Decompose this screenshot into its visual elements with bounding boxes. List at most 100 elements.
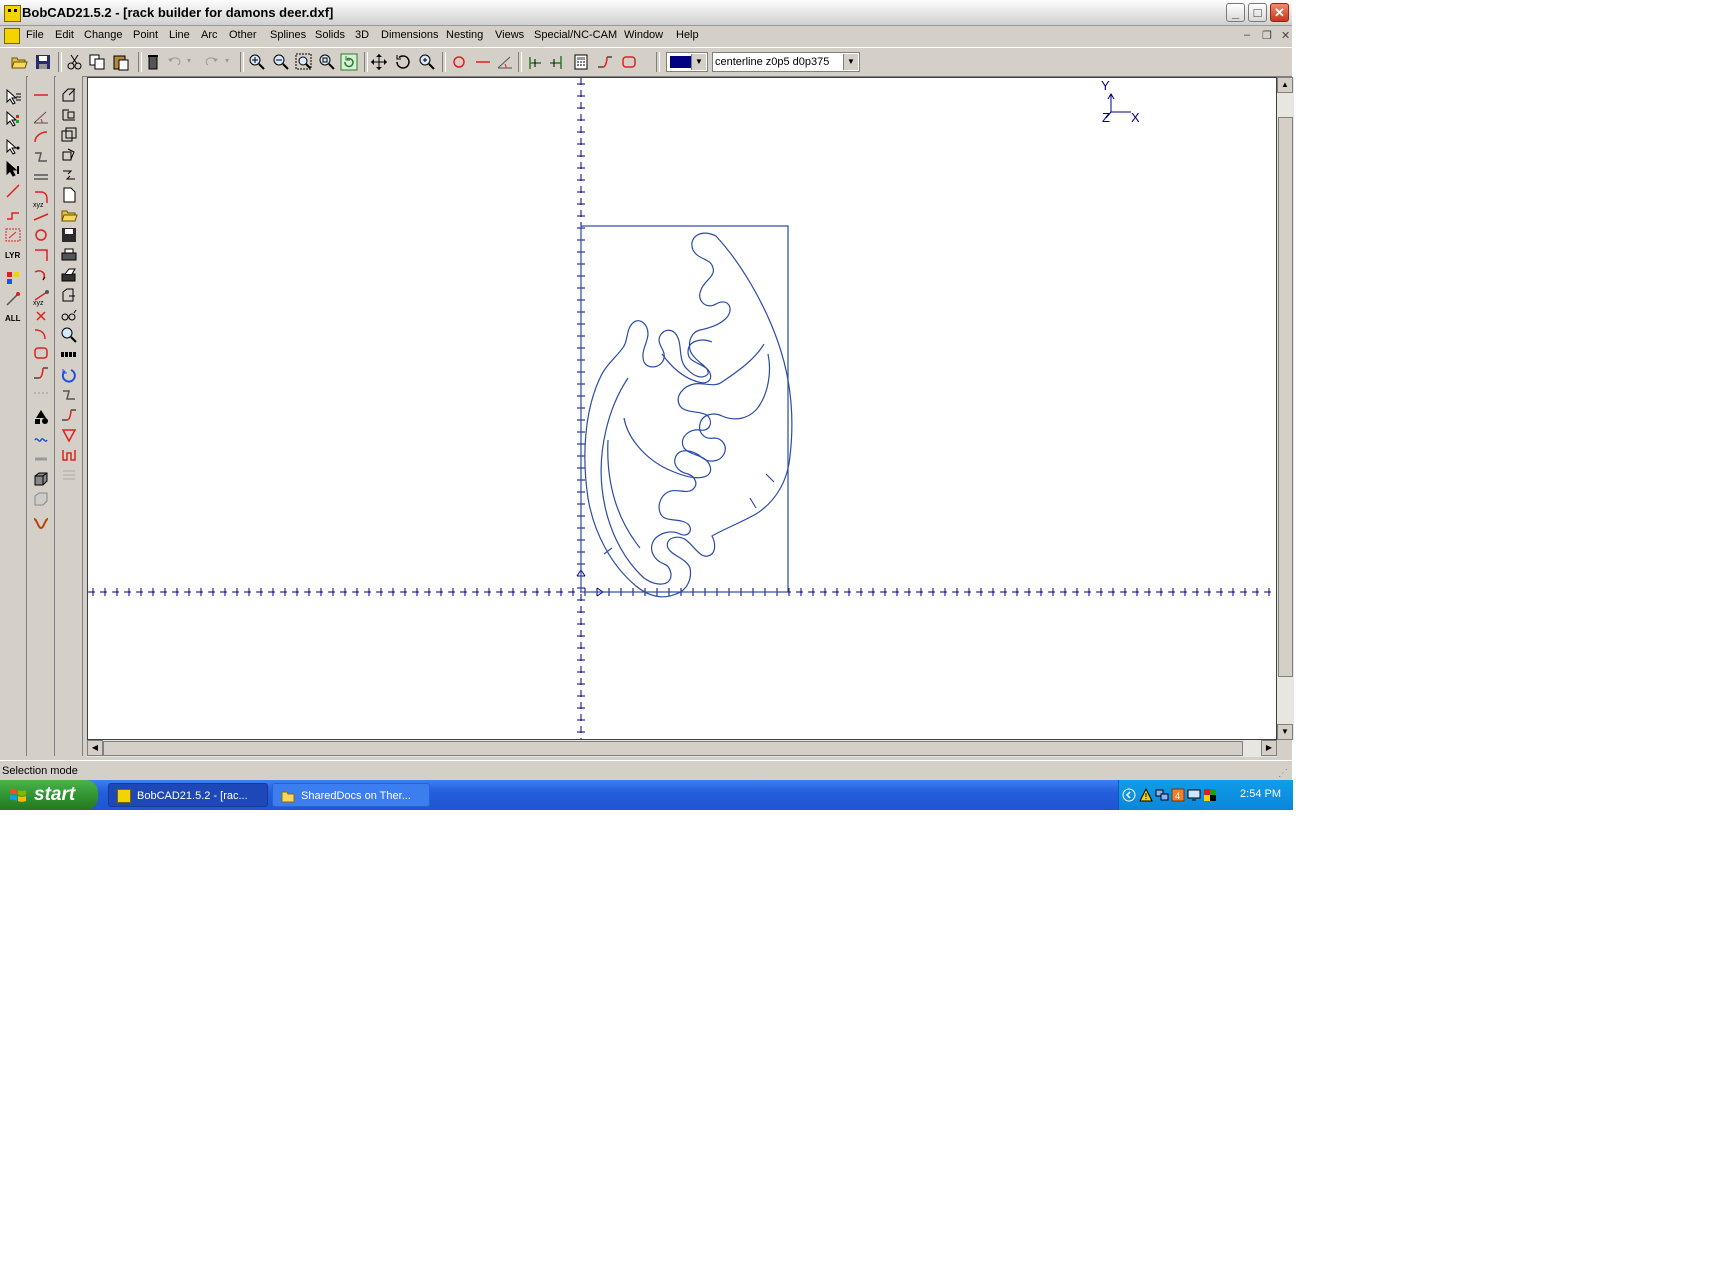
text-tool-icon[interactable] [32,430,50,448]
color-tool-icon[interactable] [1203,788,1217,802]
tangent-arc-icon[interactable] [32,266,50,284]
select-window-icon[interactable] [4,226,22,244]
document-icon[interactable] [4,28,20,44]
shapes-icon[interactable] [32,408,50,426]
zoom-fit-icon[interactable] [318,53,336,71]
notch-right-low[interactable] [765,473,775,483]
circle-icon[interactable] [450,53,468,71]
circle-tool-icon[interactable] [32,226,50,244]
horizontal-line-icon[interactable] [32,86,50,104]
offset-icon[interactable] [60,386,78,404]
scale-icon[interactable] [60,126,78,144]
extend-icon[interactable] [548,53,566,71]
translate-icon[interactable] [60,86,78,104]
scroll-right-icon[interactable]: ▶ [1261,740,1277,756]
menu-line[interactable]: Line [169,29,190,41]
select-entity-arrow-icon[interactable] [4,160,22,178]
maximize-button[interactable]: □ [1248,3,1267,22]
angle-line-icon[interactable] [496,53,514,71]
plot-icon[interactable] [60,266,78,284]
menu-other[interactable]: Other [229,29,257,41]
trim-icon[interactable] [526,53,544,71]
fillet-tool-icon[interactable] [32,364,50,382]
copy-icon[interactable] [88,53,106,71]
rotate-icon[interactable] [60,146,78,164]
scroll-down-icon[interactable]: ▼ [1277,724,1293,740]
parallel-line-icon[interactable] [32,168,50,186]
select-point-arrow-icon[interactable] [4,138,22,156]
menu-splines[interactable]: Splines [270,29,306,41]
menu-change[interactable]: Change [84,29,123,41]
chevron-down-icon[interactable]: ▼ [843,54,858,70]
cut-icon[interactable] [66,53,84,71]
layer-select[interactable]: centerline z0p5 d0p375 ▼ [712,52,860,72]
select-color-arrow-icon[interactable] [4,110,22,128]
measure-icon[interactable] [60,306,78,324]
warning-icon[interactable] [1139,788,1153,802]
solid-box-icon[interactable] [32,470,50,488]
zoom-in-icon[interactable] [248,53,266,71]
copy-translate-icon[interactable] [60,106,78,124]
redraw-icon[interactable] [340,53,358,71]
drawing-canvas[interactable]: Y Z X [87,77,1277,740]
delete-icon[interactable] [144,53,162,71]
v-groove-icon[interactable] [60,426,78,444]
rectangle-icon[interactable] [620,53,638,71]
bobcad-app-icon[interactable] [4,5,21,22]
resize-grip-icon[interactable]: ⋰ [1278,768,1288,779]
menu-point[interactable]: Point [133,29,158,41]
rotate-view-icon[interactable] [394,53,412,71]
slot-icon[interactable] [60,446,78,464]
select-all-arrow-icon[interactable] [4,88,22,106]
arc-icon[interactable] [32,128,50,146]
save-file-icon[interactable] [60,226,78,244]
menu-file[interactable]: File [26,29,44,41]
menu-3d[interactable]: 3D [355,29,369,41]
magnifier-icon[interactable] [60,326,78,344]
dynamic-zoom-icon[interactable] [418,53,436,71]
close-button[interactable]: ✕ [1270,3,1289,22]
mdi-close-button[interactable]: ✕ [1281,29,1290,42]
zoom-out-icon[interactable] [272,53,290,71]
chevron-down-icon[interactable]: ▼ [691,54,706,70]
corner-icon[interactable] [32,246,50,264]
xyz-line-icon[interactable] [32,206,50,224]
arc-arrow-icon[interactable] [32,324,50,342]
vertical-scroll-thumb[interactable] [1278,117,1293,677]
mdi-restore-button[interactable]: ❐ [1262,29,1272,42]
array-icon[interactable] [60,346,78,364]
select-line-icon[interactable] [4,182,22,200]
menu-dimensions[interactable]: Dimensions [381,29,438,41]
display-icon[interactable] [1187,788,1201,802]
horizontal-scroll-thumb[interactable] [103,741,1243,756]
menu-nesting[interactable]: Nesting [446,29,483,41]
select-chain-icon[interactable] [4,204,22,222]
antivirus-icon[interactable]: 4 [1171,788,1185,802]
menu-help[interactable]: Help [676,29,699,41]
rotate-copy-icon[interactable] [60,366,78,384]
menu-arc[interactable]: Arc [201,29,218,41]
dimension-line-icon[interactable] [32,384,50,402]
start-button[interactable]: start [0,780,98,810]
step-line-icon[interactable] [32,148,50,166]
zoom-window-icon[interactable] [295,53,313,71]
drawing-area[interactable]: Y Z X [88,78,1276,739]
color-picker[interactable]: ▼ [666,52,708,72]
select-line-tool-icon[interactable] [4,290,22,308]
mirror-icon[interactable] [32,450,50,468]
redo-icon[interactable] [202,53,220,71]
text-disabled-icon[interactable] [60,466,78,484]
calculator-icon[interactable] [572,53,590,71]
minimize-button[interactable]: _ [1226,3,1245,22]
mirror-copy-icon[interactable] [60,166,78,184]
paste-icon[interactable] [112,53,130,71]
line-icon[interactable] [474,53,492,71]
scroll-left-icon[interactable]: ◀ [87,740,103,756]
angle-icon[interactable] [32,108,50,126]
outer-rack-profile[interactable] [584,232,793,598]
open-folder-icon[interactable] [10,53,28,71]
menu-solids[interactable]: Solids [315,29,345,41]
pan-icon[interactable] [370,53,388,71]
chamfer-icon[interactable] [60,406,78,424]
fillet-icon[interactable] [596,53,614,71]
